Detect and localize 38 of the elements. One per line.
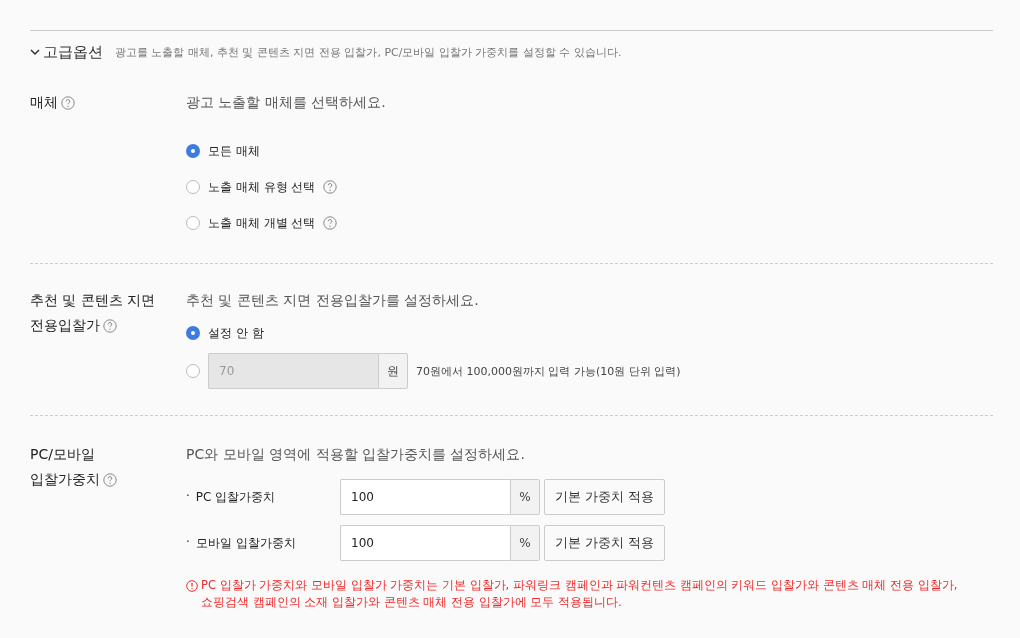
field-label: 추천 및 콘텐츠 지면 <box>30 291 156 310</box>
help-icon[interactable] <box>323 216 338 230</box>
default-weight-button[interactable]: 기본 가중치 적용 <box>544 479 666 515</box>
help-icon[interactable] <box>103 472 117 487</box>
warning-icon <box>186 580 198 592</box>
radio-button[interactable] <box>186 180 200 194</box>
radio-label[interactable]: 노출 매체 개별 선택 <box>208 214 316 232</box>
default-weight-button[interactable]: 기본 가중치 적용 <box>544 525 666 561</box>
field-label: 입찰가중치 <box>30 470 100 489</box>
radio-label[interactable]: 노출 매체 유형 선택 <box>208 178 316 196</box>
field-label: 모바일 입찰가중치 <box>195 534 296 552</box>
radio-label[interactable]: 설정 안 함 <box>208 324 264 342</box>
chevron-icon <box>30 48 40 56</box>
unit-label: % <box>510 479 540 515</box>
weight-field[interactable]: 100 <box>340 525 510 561</box>
advanced-options-toggle[interactable]: 고급옵션 <box>30 42 103 62</box>
field-label: 매체 <box>30 93 58 112</box>
field-label: PC 입찰가중치 <box>195 488 276 506</box>
radio-button[interactable] <box>186 326 200 340</box>
header-description: 광고를 노출할 매체, 추천 및 콘텐츠 지면 전용 입찰가, PC/모바일 입찰가 가중치를 설정할 수 있습니다. <box>115 44 622 60</box>
help-icon[interactable] <box>61 95 75 110</box>
bullet: · <box>186 534 190 551</box>
radio-button[interactable] <box>186 216 200 230</box>
field-label: 전용입찰가 <box>30 316 100 335</box>
unit-label: 원 <box>378 353 408 389</box>
unit-label: % <box>510 525 540 561</box>
help-icon[interactable] <box>323 180 338 194</box>
section-description: 광고 노출할 매체를 선택하세요. <box>186 93 387 112</box>
section-description: PC와 모바일 영역에 적용할 입찰가중치를 설정하세요. <box>186 445 526 464</box>
bullet: · <box>186 488 190 505</box>
warning-text: PC 입찰가 가중치와 모바일 입찰가 가중치는 기본 입찰가, 파워링크 캠페인과 파워컨텐츠 캠페인의 키워드 입찰가와 콘텐츠 매체 전용 입찰가, 쇼핑검색 캠페인의 소재 입찰가와 콘텐츠 매체 전용 입찰가에 모두 적용됩니다. <box>201 577 959 611</box>
radio-label[interactable]: 모든 매체 <box>208 142 260 160</box>
radio-button[interactable] <box>186 144 200 158</box>
weight-field[interactable]: 100 <box>340 479 510 515</box>
hint-text: 70원에서 100,000원까지 입력 가능(10원 단위 입력) <box>416 363 681 379</box>
help-icon[interactable] <box>103 318 117 333</box>
section-description: 추천 및 콘텐츠 지면 전용입찰가를 설정하세요. <box>186 291 480 310</box>
field-label: PC/모바일 <box>30 445 95 464</box>
